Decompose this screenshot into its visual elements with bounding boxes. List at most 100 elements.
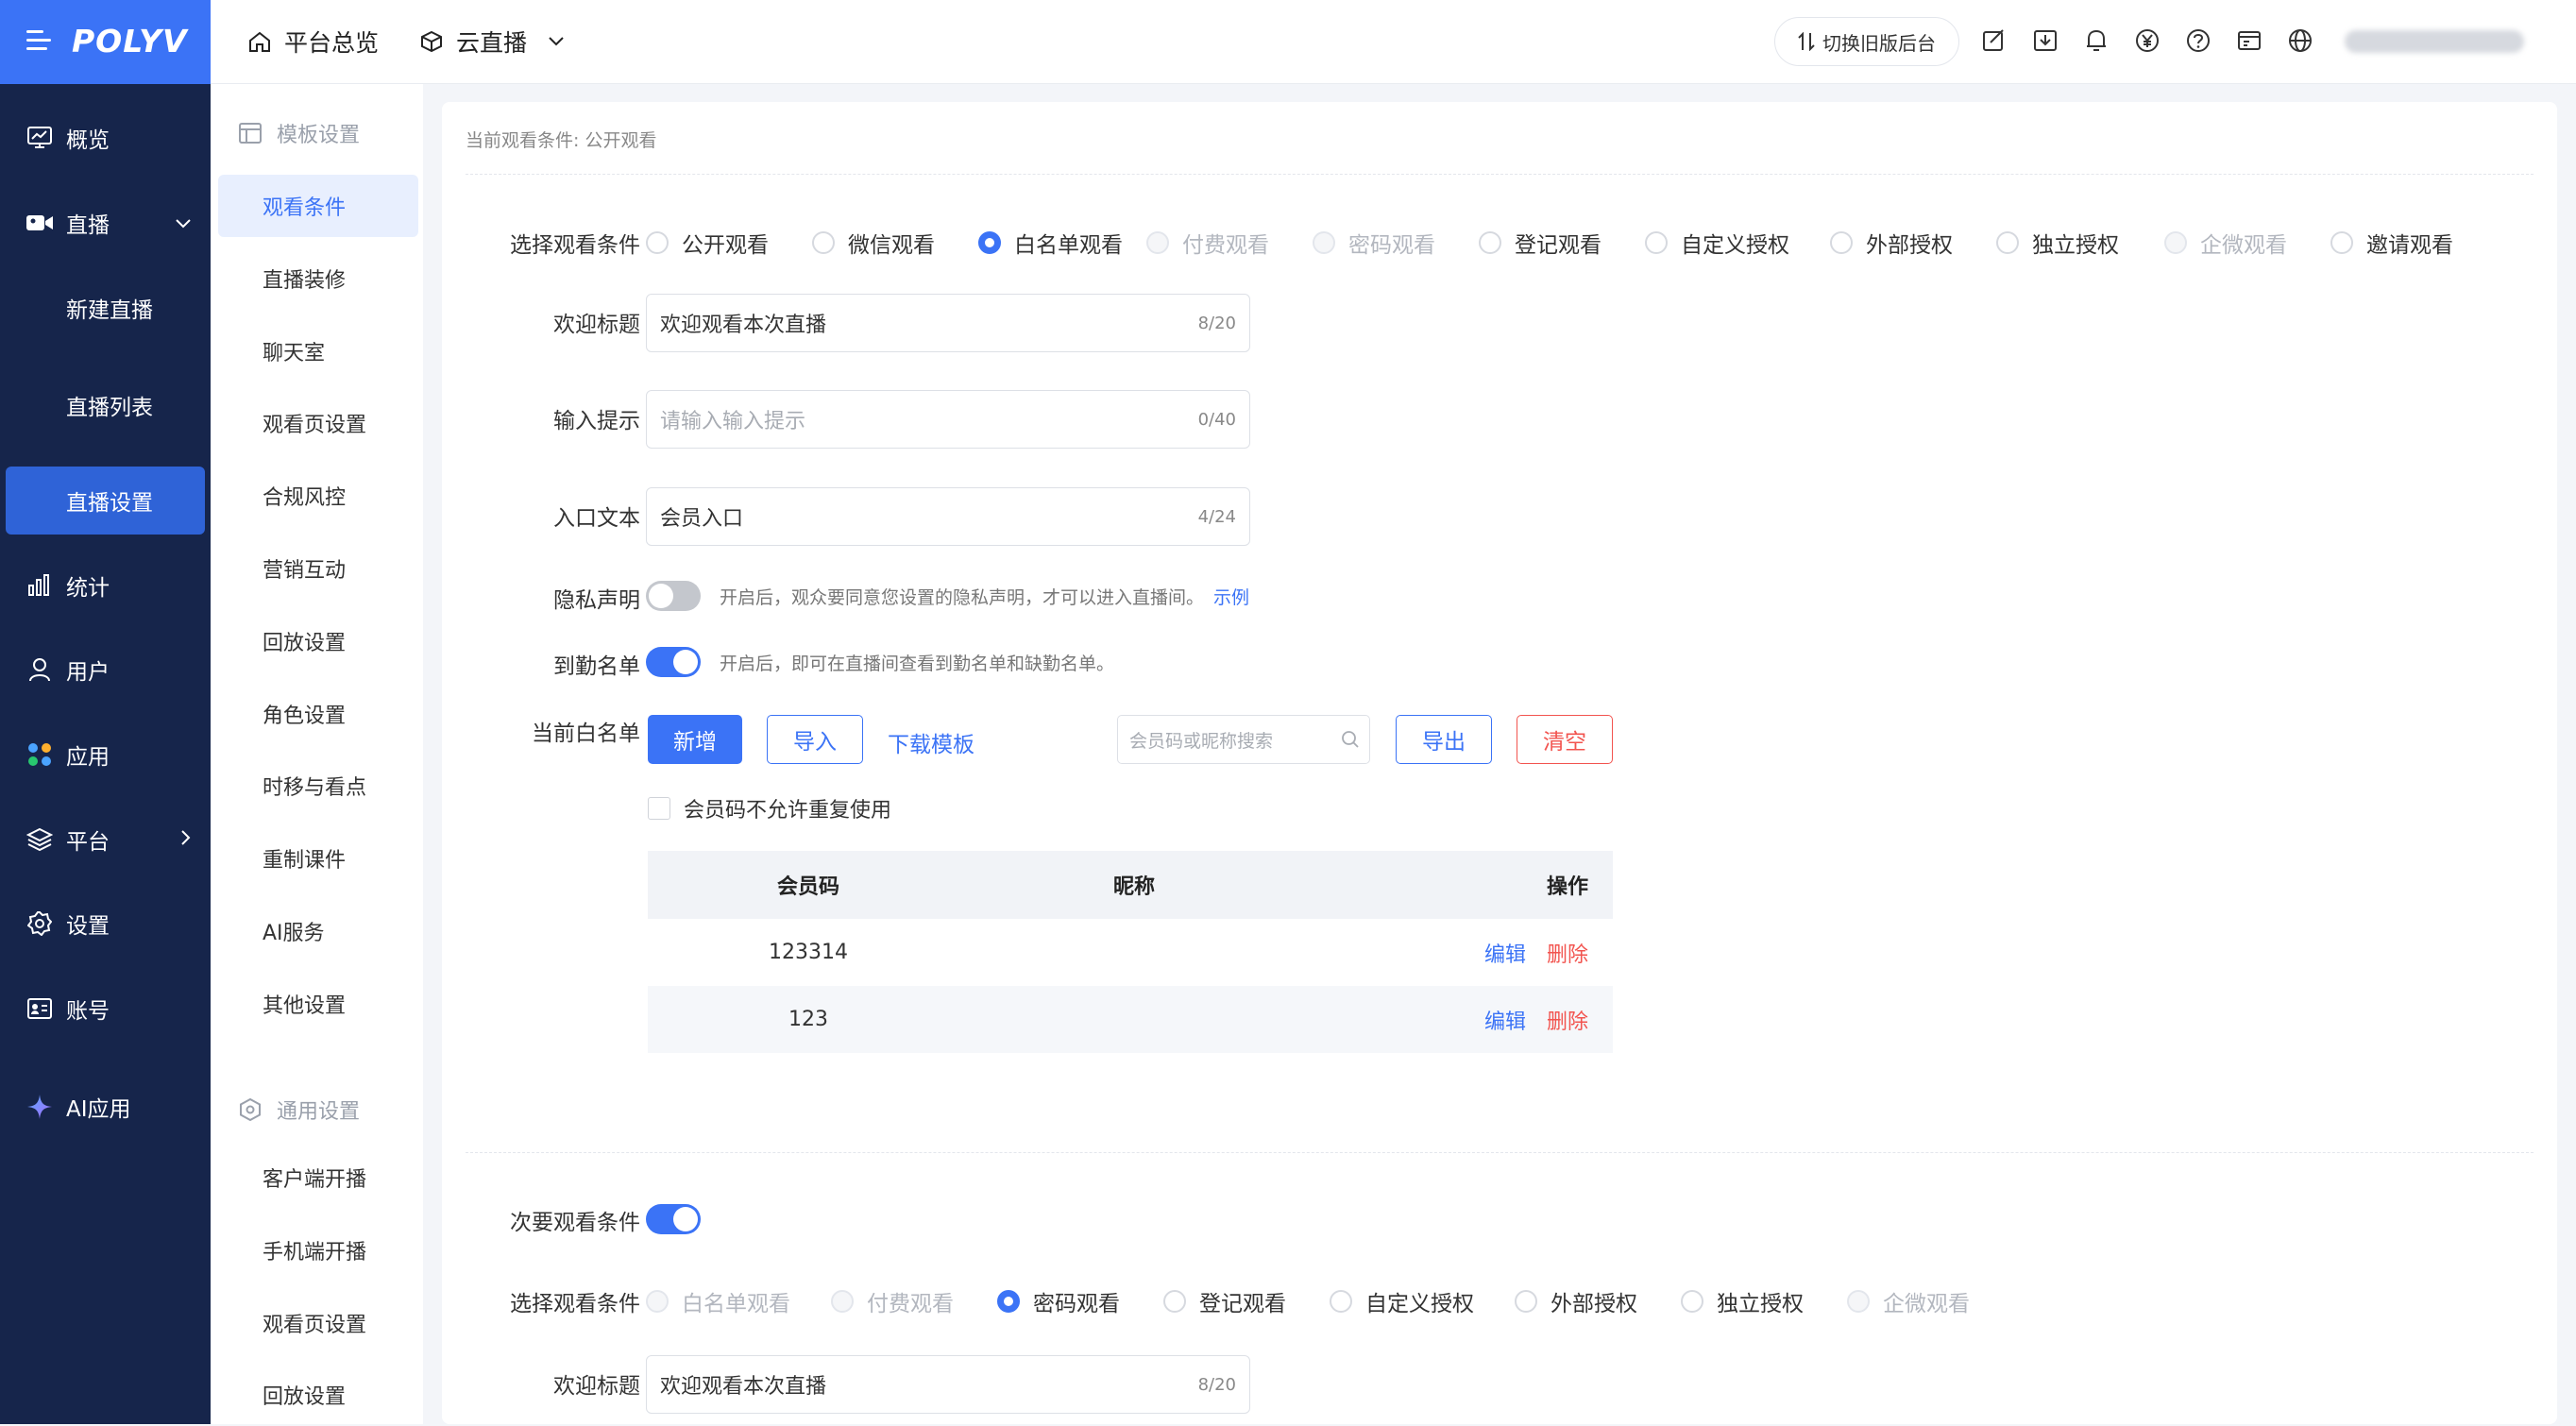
subnav-item[interactable]: 回放设置	[211, 610, 423, 672]
sidebar-item-stats[interactable]: 统计	[0, 552, 211, 620]
subnav-item[interactable]: 其他设置	[211, 973, 423, 1035]
subnav-item-label: 回放设置	[263, 1385, 347, 1410]
radio-option: 密码观看	[1313, 227, 1435, 259]
sidebar-item-live-settings[interactable]: 直播设置	[6, 467, 205, 535]
subnav-item[interactable]: 客户端开播	[211, 1146, 423, 1209]
sidebar-item-account[interactable]: 账号	[0, 975, 211, 1043]
checkbox-box[interactable]	[648, 797, 670, 820]
sidebar-item-settings[interactable]: 设置	[0, 890, 211, 958]
char-count: 8/20	[1197, 1374, 1236, 1395]
radio-unchecked-icon	[812, 231, 835, 254]
sidebar-item-users[interactable]: 用户	[0, 636, 211, 704]
radio-option[interactable]: 独立授权	[1996, 227, 2119, 259]
subnav-item[interactable]: AI服务	[211, 900, 423, 962]
subnav-item-label: 聊天室	[263, 341, 326, 365]
attendance-label: 到勤名单	[553, 654, 640, 679]
subnav-item[interactable]: 合规风控	[211, 465, 423, 527]
member-code-cell: 123314	[769, 941, 848, 964]
platform-overview-link[interactable]: 平台总览	[248, 25, 379, 59]
divider	[466, 1152, 2534, 1153]
radio-label: 自定义授权	[1365, 1292, 1474, 1316]
subnav-item[interactable]: 直播装修	[211, 247, 423, 310]
nickname-cell	[969, 919, 1299, 986]
subnav-item[interactable]: 角色设置	[211, 683, 423, 745]
subnav-item[interactable]: 观看页设置	[211, 392, 423, 454]
entry-text-input[interactable]: 会员入口 4/24	[646, 487, 1250, 546]
user-account-menu[interactable]	[2345, 30, 2524, 53]
sidebar-item-platform[interactable]: 平台	[0, 806, 211, 874]
entry-text-label: 入口文本	[553, 506, 640, 531]
radio-label: 登记观看	[1199, 1292, 1286, 1316]
radio-option[interactable]: 邀请观看	[2330, 227, 2453, 259]
delete-link[interactable]: 删除	[1547, 943, 1588, 967]
sidebar-item-live[interactable]: 直播	[0, 189, 211, 257]
sidebar-item-apps[interactable]: 应用	[0, 721, 211, 789]
sidebar-item-new-live[interactable]: 新建直播	[0, 274, 211, 342]
edit-link[interactable]: 编辑	[1484, 943, 1526, 967]
privacy-example-link[interactable]: 示例	[1213, 587, 1249, 608]
radio-option[interactable]: 自定义授权	[1330, 1285, 1474, 1317]
privacy-toggle[interactable]	[646, 581, 701, 611]
input-prompt-input[interactable]: 请输入输入提示 0/40	[646, 390, 1250, 449]
subnav-item[interactable]: 回放设置	[211, 1364, 423, 1426]
import-button[interactable]: 导入	[767, 715, 863, 764]
export-button[interactable]: 导出	[1396, 715, 1492, 764]
radio-option[interactable]: 自定义授权	[1645, 227, 1789, 259]
secondary-condition-toggle[interactable]	[646, 1204, 701, 1234]
radio-option[interactable]: 密码观看	[997, 1285, 1120, 1317]
subnav-group-general: 通用设置	[211, 1076, 423, 1144]
add-button[interactable]: 新增	[648, 715, 742, 764]
window-icon[interactable]	[2237, 28, 2263, 55]
no-repeat-checkbox[interactable]: 会员码不允许重复使用	[648, 793, 891, 823]
sidebar-item-live-list[interactable]: 直播列表	[0, 371, 211, 439]
attendance-toggle[interactable]	[646, 647, 701, 677]
radio-option[interactable]: 微信观看	[812, 227, 935, 259]
user-icon	[26, 656, 53, 683]
subnav-item[interactable]: 重制课件	[211, 827, 423, 890]
subnav-item[interactable]: 时移与看点	[211, 755, 423, 817]
subnav-item-label: 客户端开播	[263, 1168, 367, 1192]
globe-icon[interactable]	[2288, 28, 2314, 55]
radio-option[interactable]: 外部授权	[1830, 227, 1953, 259]
switch-old-version-button[interactable]: 切换旧版后台	[1774, 17, 1959, 66]
switch-label: 切换旧版后台	[1822, 31, 1936, 55]
sidebar-item-overview[interactable]: 概览	[0, 104, 211, 172]
subnav-item[interactable]: 聊天室	[211, 320, 423, 382]
actions-cell: 编辑 删除	[1299, 986, 1613, 1053]
whitelist-search-input[interactable]: 会员码或昵称搜索	[1117, 715, 1370, 764]
welcome-title-input[interactable]: 欢迎观看本次直播 8/20	[646, 294, 1250, 352]
secondary-welcome-title-input[interactable]: 欢迎观看本次直播 8/20	[646, 1355, 1250, 1414]
yen-icon[interactable]	[2135, 28, 2161, 55]
subnav-item[interactable]: 手机端开播	[211, 1219, 423, 1282]
secondary-select-condition-label: 选择观看条件	[510, 1292, 640, 1316]
chart-icon	[26, 572, 53, 599]
sidebar-item-ai-apps[interactable]: AI应用	[0, 1073, 211, 1141]
edit-link[interactable]: 编辑	[1484, 1010, 1526, 1034]
subnav-item[interactable]: 观看条件	[218, 175, 418, 237]
clear-button[interactable]: 清空	[1517, 715, 1613, 764]
radio-option[interactable]: 独立授权	[1681, 1285, 1804, 1317]
radio-option[interactable]: 外部授权	[1515, 1285, 1637, 1317]
table-row: 123314 编辑 删除	[648, 919, 1613, 986]
radio-option[interactable]: 公开观看	[646, 227, 769, 259]
home-icon	[248, 30, 271, 53]
sidebar-item-label: 直播	[66, 213, 110, 238]
radio-unchecked-icon	[1163, 1290, 1186, 1313]
menu-icon[interactable]	[26, 30, 51, 53]
radio-option[interactable]: 登记观看	[1163, 1285, 1286, 1317]
help-icon[interactable]	[2186, 28, 2212, 55]
download-template-link[interactable]: 下载模板	[888, 726, 974, 758]
radio-unchecked-icon	[646, 231, 669, 254]
radio-option: 付费观看	[831, 1285, 954, 1317]
subnav-item[interactable]: 营销互动	[211, 537, 423, 600]
download-icon[interactable]	[2033, 28, 2059, 55]
bell-icon[interactable]	[2084, 28, 2110, 55]
radio-label: 付费观看	[1182, 233, 1269, 258]
subnav-item[interactable]: 观看页设置	[211, 1292, 423, 1354]
radio-option[interactable]: 白名单观看	[978, 227, 1123, 259]
edit-icon[interactable]	[1982, 28, 2008, 55]
radio-option[interactable]: 登记观看	[1479, 227, 1602, 259]
product-switcher[interactable]: 云直播	[420, 25, 565, 59]
product-label: 云直播	[456, 29, 528, 57]
delete-link[interactable]: 删除	[1547, 1010, 1588, 1034]
